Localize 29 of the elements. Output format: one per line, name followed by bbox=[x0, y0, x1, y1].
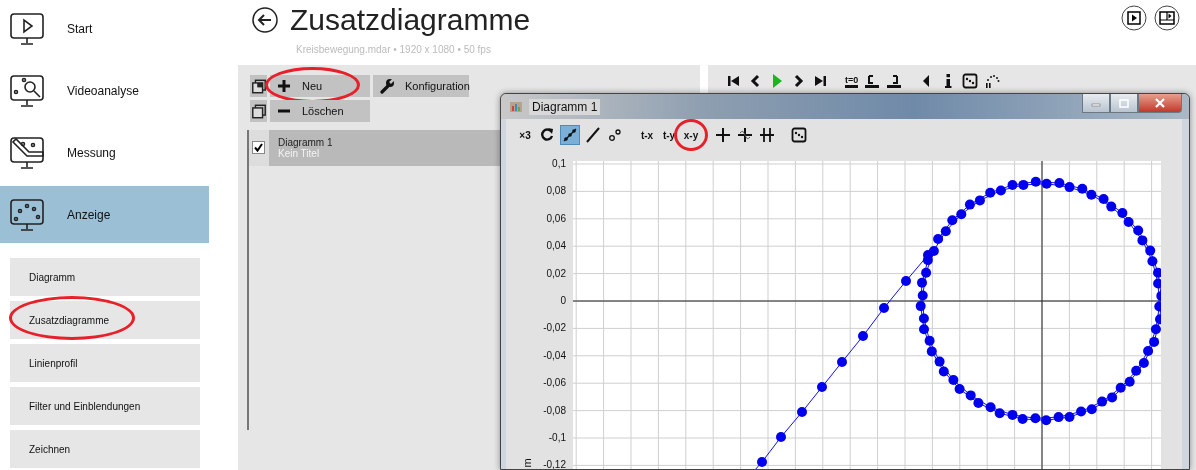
menu-item[interactable]: Zusatzdiagramme bbox=[10, 301, 200, 339]
file-info: Kreisbewegung.mdar • 1920 x 1080 • 50 fps bbox=[295, 44, 492, 55]
sidebar-item[interactable]: Messung bbox=[0, 124, 209, 181]
axis-title: m bbox=[520, 458, 533, 468]
menu-item[interactable]: Diagramm bbox=[10, 258, 200, 296]
tick-label: 0,06 bbox=[546, 211, 567, 226]
window-title: Diagramm 1 bbox=[529, 98, 601, 115]
sidebar-item[interactable]: Anzeige bbox=[0, 186, 209, 243]
tick-label: -0,08 bbox=[543, 403, 567, 418]
tick-label: 0,04 bbox=[546, 239, 567, 254]
menu-item[interactable]: Zeichnen bbox=[10, 430, 200, 468]
tick-label: 0,02 bbox=[546, 266, 567, 281]
tick-label: 0 bbox=[560, 293, 567, 308]
tick-label: -0,12 bbox=[543, 458, 567, 469]
sidebar-item[interactable]: Start bbox=[0, 0, 209, 57]
page-title: Zusatzdiagramme bbox=[290, 3, 531, 37]
menu-item[interactable]: Filter und Einblendungen bbox=[10, 387, 200, 425]
tick-label: 0,08 bbox=[546, 184, 567, 199]
panel-button[interactable]: Löschen bbox=[270, 100, 370, 122]
tick-label: -0,1 bbox=[548, 430, 567, 445]
tick-label: -0,02 bbox=[543, 321, 567, 336]
tick-label: -0,04 bbox=[543, 348, 567, 363]
tick-label: -0,06 bbox=[543, 376, 567, 391]
panel-button[interactable]: Konfiguration bbox=[373, 75, 469, 97]
time-zero-button[interactable]: t=0 bbox=[845, 74, 859, 88]
menu-item[interactable]: Linienprofil bbox=[10, 344, 200, 382]
panel-button[interactable]: Neu bbox=[270, 75, 370, 97]
sidebar-item[interactable]: Videoanalyse bbox=[0, 62, 209, 119]
item-subtitle: Kein Titel bbox=[278, 148, 320, 159]
